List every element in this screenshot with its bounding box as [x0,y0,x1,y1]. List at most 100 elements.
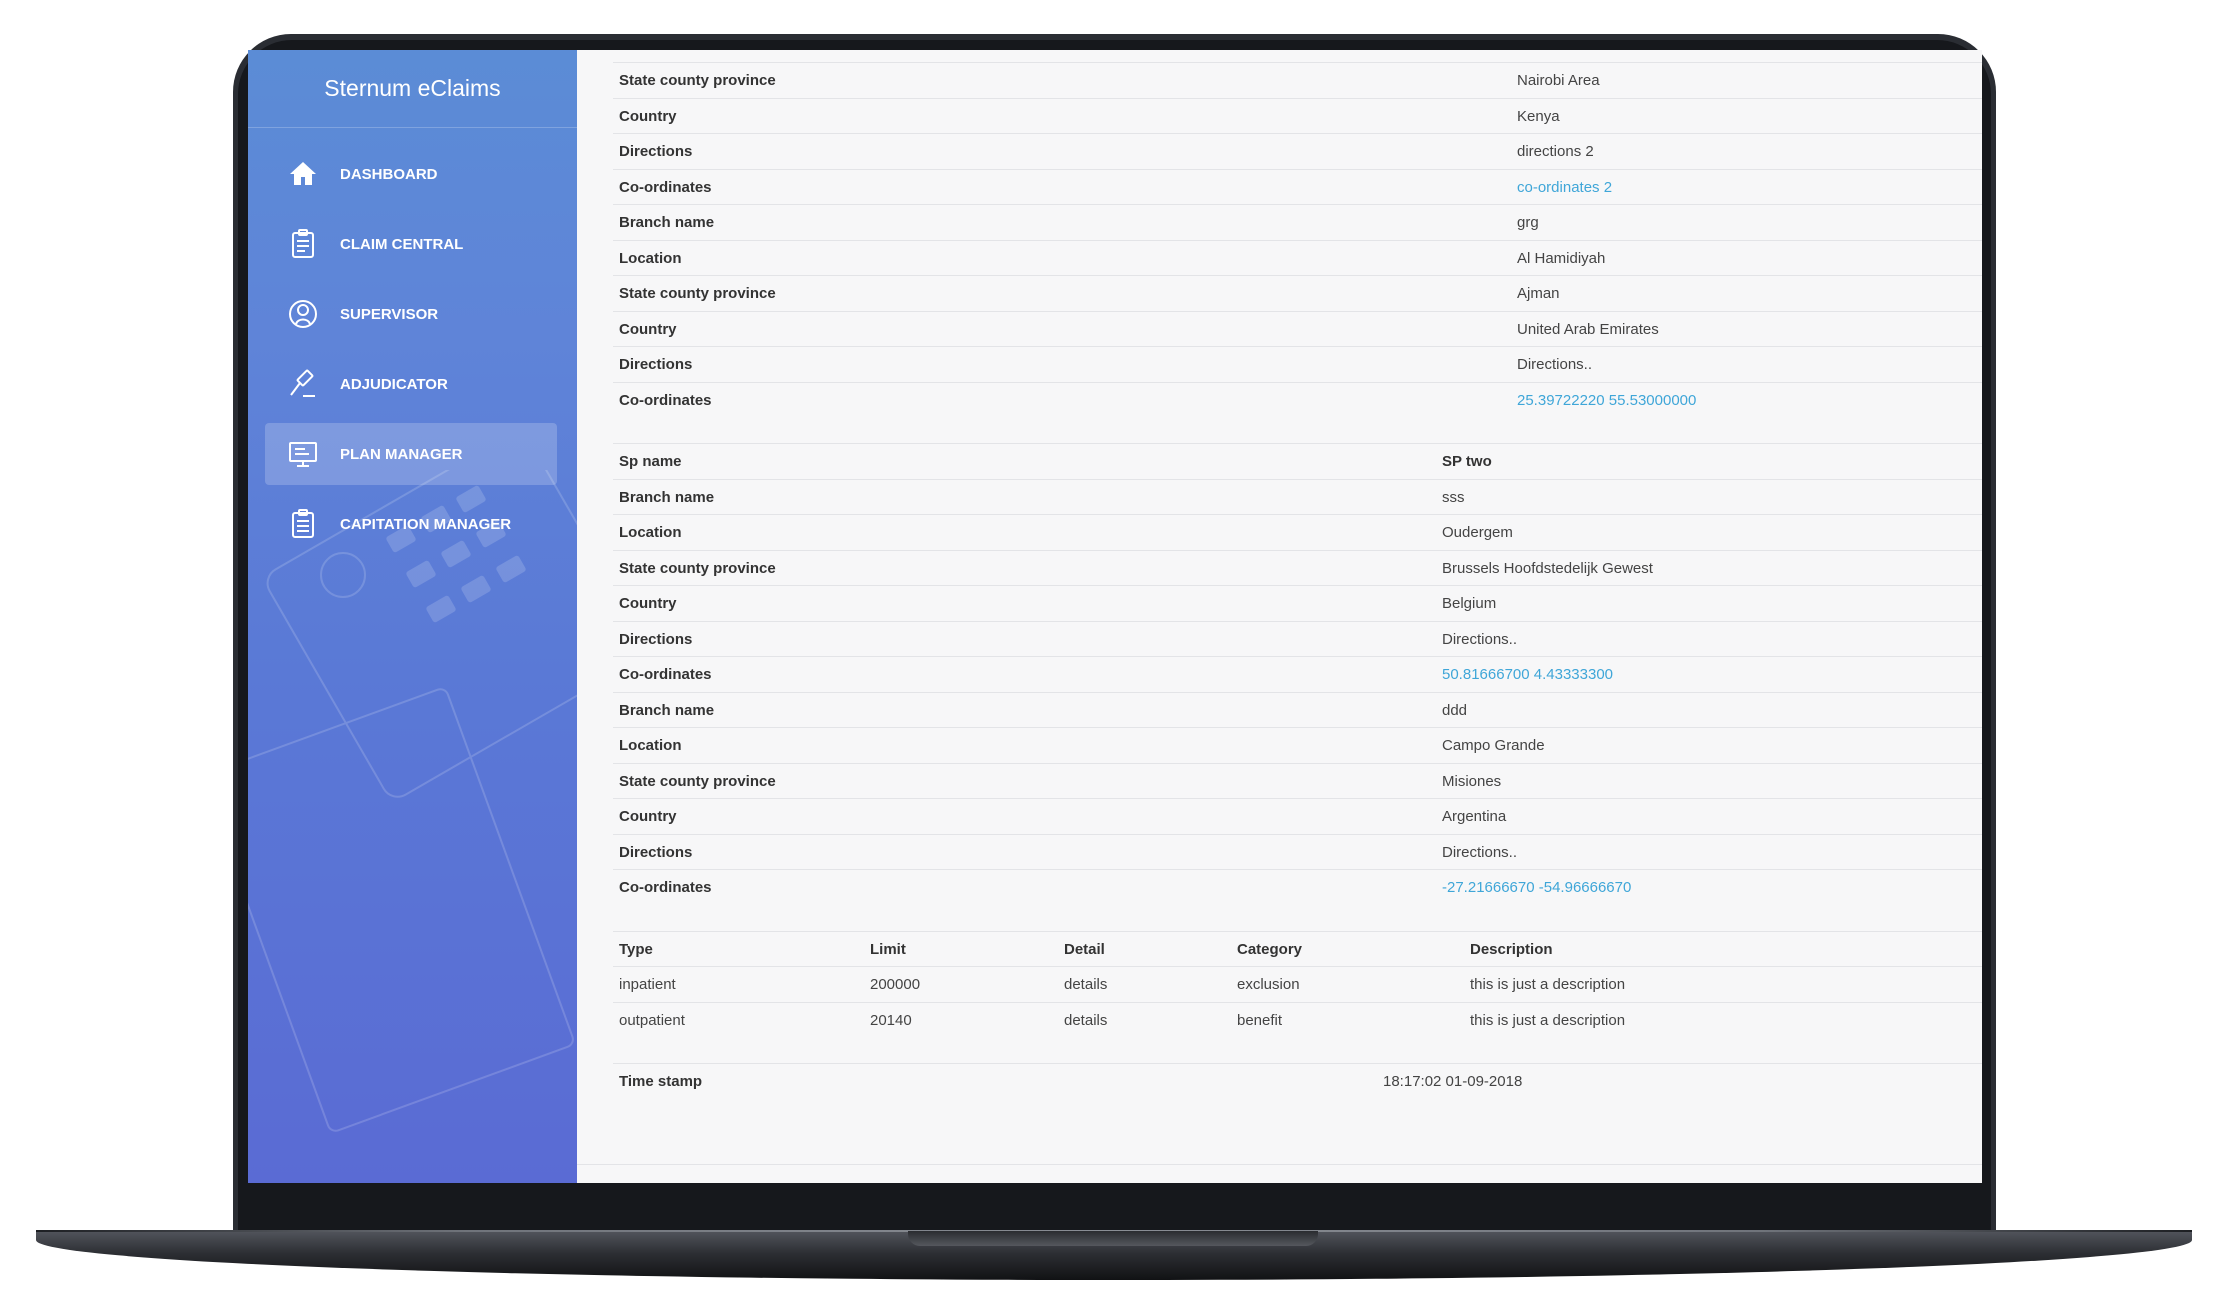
detail-value: United Arab Emirates [1517,320,1659,338]
detail-key: State county province [619,72,776,89]
detail-row: Country Argentina [613,798,1982,834]
sidebar-item-capitation-manager[interactable]: CAPITATION MANAGER [265,493,557,555]
detail-key: Location [619,524,682,541]
clipboard-list-icon [287,508,319,540]
gavel-icon [287,368,319,400]
detail-value: Ajman [1517,285,1560,302]
detail-row: Country Belgium [613,585,1982,621]
timestamp-row: Time stamp 18:17:02 01-09-2018 [613,1063,1982,1099]
home-icon [287,158,319,190]
coordinates-link[interactable]: -27.21666670 -54.96666670 [1442,879,1631,896]
detail-key: State county province [619,285,776,302]
detail-value: Campo Grande [1442,737,1545,754]
detail-value: Directions.. [1517,356,1593,373]
cell-detail: details [1064,976,1108,993]
detail-key: Directions [619,143,693,160]
detail-value: sss [1442,488,1465,506]
column-header-detail: Detail [1064,940,1105,958]
detail-value: ddd [1442,701,1468,719]
detail-value: Al Hamidiyah [1517,249,1606,267]
cell-type: outpatient [619,1011,685,1029]
detail-row: Directions Directions.. [613,346,1982,382]
detail-key: Country [619,595,677,612]
detail-row: Location Al Hamidiyah [613,239,1982,276]
sp-name-value: SP two [1442,453,1492,470]
table-row: inpatient 200000 details exclusion this … [613,966,1982,1002]
detail-row: Branch name ddd [613,691,1982,728]
sidebar-nav: DASHBOARD CLAIM CENTRAL SUPERVISOR ADJUD… [265,143,557,563]
sidebar-item-supervisor[interactable]: SUPERVISOR [265,283,557,345]
detail-row: State county province Ajman [613,275,1982,311]
detail-key: Directions [619,843,693,861]
sidebar-background-illustration [248,470,577,1132]
detail-row: State county province Misiones [613,762,1982,799]
detail-row: Co-ordinates 25.39722220 55.53000000 [613,381,1982,418]
detail-key: Country [619,320,677,338]
column-header-description: Description [1470,940,1553,958]
detail-row: Sp name SP two [613,443,1982,479]
detail-row: Co-ordinates co-ordinates 2 [613,168,1982,205]
coordinates-link[interactable]: 25.39722220 55.53000000 [1517,392,1696,409]
user-circle-icon [287,298,319,330]
cell-description: this is just a description [1470,976,1626,993]
detail-value: Nairobi Area [1517,72,1600,89]
detail-key: Co-ordinates [619,391,712,409]
presentation-board-icon [287,438,319,470]
detail-key: Location [619,249,682,267]
sidebar-item-plan-manager[interactable]: PLAN MANAGER [265,423,557,485]
detail-row: Country United Arab Emirates [613,310,1982,347]
table-row: outpatient 20140 details benefit this is… [613,1001,1982,1038]
detail-value: Argentina [1442,808,1507,825]
detail-row: State county province Nairobi Area [613,62,1982,98]
sidebar-item-adjudicator[interactable]: ADJUDICATOR [265,353,557,415]
detail-row: Co-ordinates 50.81666700 4.43333300 [613,656,1982,692]
detail-key: Co-ordinates [619,879,712,896]
sidebar-item-label: CAPITATION MANAGER [340,515,512,533]
detail-value: directions 2 [1517,143,1594,160]
app-title: Sternum eClaims [248,50,577,128]
sidebar-item-label: CLAIM CENTRAL [340,235,464,253]
detail-value: Directions.. [1442,843,1518,861]
cell-limit: 20140 [870,1011,912,1029]
detail-key: Co-ordinates [619,178,712,196]
laptop-hinge-notch [908,1231,1318,1246]
main-content: State county province Nairobi Area Countr… [577,50,1982,1183]
cell-type: inpatient [619,976,676,993]
cell-description: this is just a description [1470,1011,1626,1029]
clipboard-icon [287,228,319,260]
sidebar: Sternum eClaims DASHBOARD CLAIM CENTRAL [248,50,577,1183]
sidebar-item-label: PLAN MANAGER [340,445,463,463]
detail-row: Location Oudergem [613,514,1982,550]
sidebar-item-label: SUPERVISOR [340,305,439,323]
detail-key: Branch name [619,701,715,719]
coordinates-link[interactable]: 50.81666700 4.43333300 [1442,666,1613,683]
detail-value: grg [1517,214,1539,231]
column-header-type: Type [619,940,653,958]
column-header-limit: Limit [870,940,906,958]
sidebar-item-dashboard[interactable]: DASHBOARD [265,143,557,205]
detail-key: State county province [619,772,776,790]
detail-key: Branch name [619,488,715,506]
timestamp-label: Time stamp [619,1073,703,1090]
laptop-mockup: Sternum eClaims DASHBOARD CLAIM CENTRAL [0,0,2224,1290]
detail-row: Branch name sss [613,478,1982,515]
detail-value: Belgium [1442,595,1497,612]
detail-key: Co-ordinates [619,666,712,683]
cell-limit: 200000 [870,976,921,993]
detail-value: Directions.. [1442,630,1518,648]
detail-row: Country Kenya [613,97,1982,134]
detail-key: State county province [619,559,776,577]
detail-row: Directions directions 2 [613,133,1982,169]
timestamp-value: 18:17:02 01-09-2018 [1383,1073,1523,1090]
detail-row: State county province Brussels Hoofdstede… [613,549,1982,586]
detail-value: Brussels Hoofdstedelijk Gewest [1442,559,1653,577]
cell-category: benefit [1237,1011,1283,1029]
coordinates-link[interactable]: co-ordinates 2 [1517,179,1612,196]
detail-value: Oudergem [1442,524,1513,541]
detail-key: Directions [619,356,693,373]
detail-row: Branch name grg [613,204,1982,240]
sidebar-item-claim-central[interactable]: CLAIM CENTRAL [265,213,557,275]
content-bottom-divider [577,1164,1982,1165]
benefits-table-header: Type Limit Detail Category Description [613,930,1982,967]
detail-value: Kenya [1517,107,1560,125]
